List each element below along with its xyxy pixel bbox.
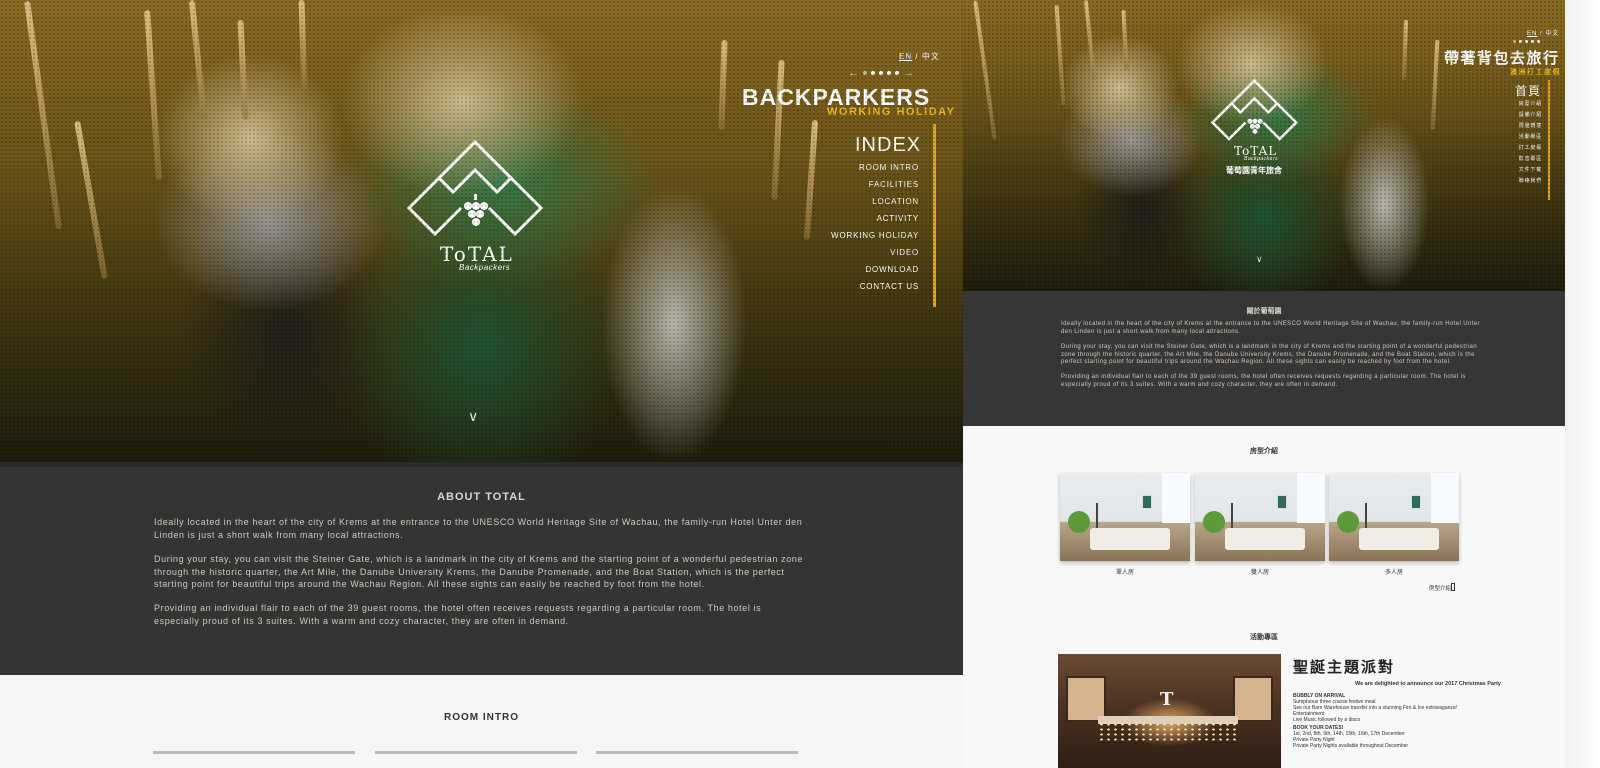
pager-dot[interactable] (879, 71, 883, 75)
menu-item-location[interactable]: LOCATION (872, 197, 919, 206)
about-title: 關於葡萄園 (1246, 308, 1282, 315)
logo-diamond-icon (406, 139, 544, 237)
room-intro-title: ROOM INTRO (444, 712, 519, 723)
activity-title: 活動專區 (1250, 634, 1278, 641)
english-page-preview: ToTAL Backpackers ∨ EN / 中文 ← → BACKPARK… (0, 0, 963, 768)
more-arrow-icon[interactable] (1451, 583, 1455, 591)
lang-zh-link[interactable]: 中文 (1545, 31, 1559, 37)
menu-index-link[interactable]: INDEX (855, 134, 921, 157)
lang-en-link[interactable]: EN (899, 52, 912, 61)
scroll-down-icon[interactable]: ∨ (1256, 254, 1263, 265)
pager-next-icon[interactable]: → (903, 67, 914, 79)
room-card-dorm[interactable] (1329, 473, 1459, 561)
room-card-double[interactable] (1195, 473, 1325, 561)
language-switcher: EN / 中文 (1527, 28, 1559, 37)
room-label: 單人房 (1115, 570, 1134, 576)
lang-zh-link[interactable]: 中文 (922, 52, 940, 61)
room-intro-section: ROOM INTRO (0, 675, 963, 768)
about-title: ABOUT TOTAL (437, 491, 526, 503)
event-title: 聖誕主題派對 (1293, 659, 1396, 676)
pager-dot[interactable] (895, 71, 899, 75)
about-paragraph: During your stay, you can visit the Stei… (154, 554, 804, 589)
logo-chinese-name: 葡萄園青年旅舍 (1226, 166, 1282, 175)
menu-item-facilities[interactable]: 設備介紹 (1519, 111, 1542, 118)
pager-prev-icon[interactable]: ← (848, 67, 859, 79)
event-intro: We are delighted to announce our 2017 Ch… (1355, 681, 1501, 687)
menu-accent-bar (1548, 80, 1550, 200)
room-card-edge (596, 751, 798, 754)
logo-diamond-icon (1210, 78, 1298, 141)
brand-title: BACKPARKERS (742, 84, 931, 110)
chinese-page-preview: ToTAL Backpackers 葡萄園青年旅舍 ∨ EN / 中文 帶著背包… (963, 0, 1600, 768)
rooms-more-link[interactable]: 房型介紹 (1429, 584, 1451, 592)
hero-photo: ToTAL Backpackers ∨ EN / 中文 ← → BACKPARK… (0, 0, 963, 462)
pager-dot[interactable] (1513, 40, 1516, 43)
menu-item-video[interactable]: 影音專區 (1519, 155, 1542, 162)
menu-item-contact[interactable]: 聯絡我們 (1519, 177, 1542, 184)
menu-item-activity[interactable]: 活動專區 (1519, 133, 1542, 140)
scroll-down-icon[interactable]: ∨ (468, 408, 478, 425)
menu-item-working-holiday[interactable]: WORKING HOLIDAY (831, 231, 919, 240)
about-paragraph: During your stay, you can visit the Stei… (1061, 344, 1478, 365)
language-switcher: EN / 中文 (899, 51, 940, 62)
event-line: Live Music followed by a disco (1293, 717, 1361, 723)
event-line: Private Party Nights available throughou… (1293, 743, 1409, 749)
about-paragraph: Ideally located in the heart of the city… (1061, 321, 1480, 335)
rooms-title: 房型介紹 (1250, 448, 1278, 455)
menu-item-working-holiday[interactable]: 打工度假 (1519, 144, 1542, 151)
menu-item-download[interactable]: DOWNLOAD (865, 265, 919, 274)
pager-dot[interactable] (1531, 40, 1534, 43)
menu-item-rooms[interactable]: 房型介紹 (1519, 100, 1542, 107)
room-card-edge (153, 751, 355, 754)
pager-dot[interactable] (863, 71, 867, 75)
lang-separator: / (1540, 31, 1543, 37)
about-section: ABOUT TOTAL Ideally located in the heart… (0, 462, 963, 675)
about-paragraph: Providing an individual flair to each of… (1061, 374, 1466, 388)
room-card-single[interactable] (1060, 473, 1190, 561)
slide-pager (1513, 40, 1540, 43)
room-label: 多人房 (1384, 570, 1403, 576)
brand-subtitle: WORKING HOLIDAY (827, 106, 956, 118)
slide-pager: ← → (848, 67, 914, 79)
brand-title: 帶著背包去旅行 (1444, 50, 1560, 67)
about-paragraph: Ideally located in the heart of the city… (154, 517, 803, 540)
room-label: 雙人房 (1250, 570, 1269, 576)
logo-subtext: Backpackers (1244, 156, 1279, 162)
page-shadow (1565, 0, 1600, 768)
menu-index-link[interactable]: 首頁 (1515, 82, 1541, 99)
menu-item-video[interactable]: VIDEO (890, 248, 919, 257)
hero-photo: ToTAL Backpackers 葡萄園青年旅舍 ∨ EN / 中文 帶著背包… (963, 0, 1565, 291)
menu-item-contact-us[interactable]: CONTACT US (860, 282, 919, 291)
logo-text: ToTAL (1234, 144, 1278, 158)
room-card-edge (375, 751, 577, 754)
lang-en-link[interactable]: EN (1527, 31, 1537, 37)
lang-separator: / (915, 52, 919, 61)
about-section: 關於葡萄園 Ideally located in the heart of th… (963, 291, 1565, 426)
pager-dot[interactable] (1537, 40, 1540, 43)
menu-item-download[interactable]: 文件下載 (1519, 166, 1542, 173)
pager-dot[interactable] (1519, 40, 1522, 43)
logo-subtext: Backpackers (459, 263, 511, 272)
about-paragraph: Providing an individual flair to each of… (154, 603, 762, 626)
pager-dot[interactable] (887, 71, 891, 75)
menu-item-facilities[interactable]: FACILITIES (869, 180, 919, 189)
menu-item-room-intro[interactable]: ROOM INTRO (859, 163, 919, 172)
menu-item-activity[interactable]: ACTIVITY (877, 214, 919, 223)
logo-text: ToTAL (440, 242, 514, 266)
rooms-section: 房型介紹 單人房 雙人房 多人房 房型介紹 活動專區 T 聖誕主題派對 We a… (963, 426, 1565, 768)
pager-dot[interactable] (1525, 40, 1528, 43)
pager-dot[interactable] (871, 71, 875, 75)
menu-item-location[interactable]: 周邊環境 (1519, 122, 1542, 129)
menu-accent-bar (933, 124, 936, 307)
christmas-party-photo: T (1058, 654, 1281, 768)
brand-subtitle: 澳洲打工度假 (1510, 69, 1561, 76)
